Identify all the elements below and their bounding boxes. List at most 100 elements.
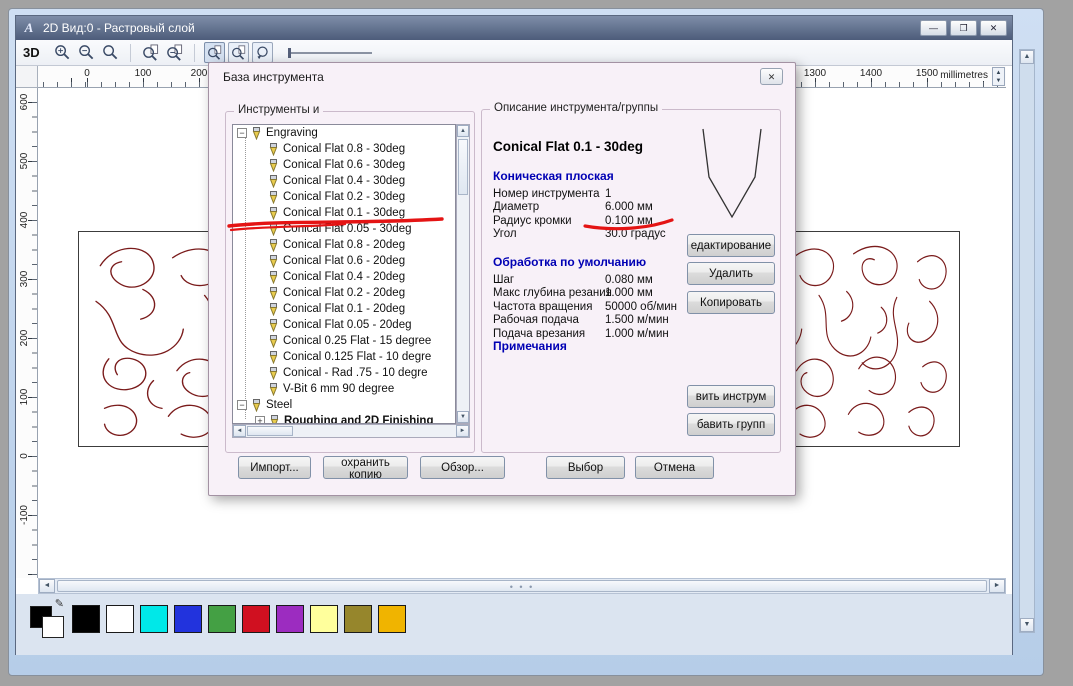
close-button[interactable]: ✕ [980, 20, 1007, 36]
color-indicator[interactable]: ✎ [30, 598, 68, 640]
secondary-color-swatch[interactable] [42, 616, 64, 638]
side-button[interactable]: бавить групп [687, 413, 775, 436]
minimize-button[interactable]: — [920, 20, 947, 36]
palette-swatch-green[interactable] [208, 605, 236, 633]
tree-scroll-up-icon[interactable]: ▲ [457, 125, 469, 137]
tool-cutter-icon [267, 239, 280, 252]
tool-cutter-icon [267, 367, 280, 380]
tree-item[interactable]: Conical Flat 0.1 - 20deg [233, 301, 455, 317]
tree-h-scrollbar[interactable]: ◄ ► [232, 424, 470, 438]
tree-item-label: Steel [266, 399, 293, 411]
spec-label: Подача врезания [493, 327, 586, 340]
spec-label: Номер инструмента [493, 187, 600, 200]
tree-item[interactable]: − Engraving [233, 125, 455, 141]
tool-cutter-icon [267, 383, 280, 396]
tree-expander-icon[interactable]: − [237, 400, 247, 410]
bottom-button[interactable]: охранить копию [323, 456, 408, 481]
v-ruler-number: 300 [19, 270, 30, 288]
palette-swatch-amber[interactable] [378, 605, 406, 633]
tool-tree[interactable]: − Engraving Conical Flat 0.8 - 30deg Conica… [232, 124, 456, 424]
tree-h-thumb[interactable] [247, 426, 293, 436]
scroll-left-icon[interactable]: ◄ [39, 579, 55, 593]
restore-button[interactable]: ❐ [950, 20, 977, 36]
tree-item[interactable]: Conical Flat 0.2 - 20deg [233, 285, 455, 301]
bottom-button[interactable]: Выбор [546, 456, 625, 479]
palette-swatch-olive[interactable] [344, 605, 372, 633]
tree-scroll-down-icon[interactable]: ▼ [457, 411, 469, 423]
palette-swatch-purple[interactable] [276, 605, 304, 633]
spec-value: 30.0 градус [605, 228, 666, 241]
tree-item[interactable]: − Steel [233, 397, 455, 413]
tree-item[interactable]: V-Bit 6 mm 90 degree [233, 381, 455, 397]
frame-v-scrollbar[interactable]: ▲ ▼ [1019, 49, 1035, 633]
tree-item[interactable]: Conical Flat 0.4 - 30deg [233, 173, 455, 189]
tree-item[interactable]: Conical 0.25 Flat - 15 degree [233, 333, 455, 349]
tree-expander-icon[interactable]: + [255, 416, 265, 423]
tree-v-scrollbar[interactable]: ▲ ▼ [456, 124, 470, 424]
bottom-button[interactable]: Импорт... [238, 456, 311, 479]
tree-item[interactable]: Conical Flat 0.6 - 20deg [233, 253, 455, 269]
frame-scroll-down-icon[interactable]: ▼ [1020, 618, 1034, 632]
h-scrollbar-thumb[interactable]: • • • [57, 580, 987, 592]
previous-view-icon[interactable] [251, 42, 273, 63]
h-scrollbar[interactable]: ◄ • • • ► [38, 578, 1006, 594]
tree-scroll-left-icon[interactable]: ◄ [233, 425, 246, 437]
palette-swatch-blue[interactable] [174, 605, 202, 633]
v-ruler-number: 500 [19, 152, 30, 170]
h-ruler-number: 1300 [803, 68, 827, 79]
tree-item[interactable]: Conical - Rad .75 - 10 degre [233, 365, 455, 381]
tools-group-label: Инструменты и [234, 104, 324, 116]
tree-item[interactable]: + Roughing and 2D Finishing [233, 413, 455, 423]
palette-swatch-cyan[interactable] [140, 605, 168, 633]
tree-item-label: Conical Flat 0.8 - 20deg [283, 239, 406, 251]
scroll-right-icon[interactable]: ► [989, 579, 1005, 593]
zoom-slider[interactable] [287, 47, 372, 58]
tree-expander-icon[interactable]: − [237, 128, 247, 138]
spec-value: 1.000 мм [605, 287, 653, 300]
side-button[interactable]: вить инструм [687, 385, 775, 408]
bottom-button[interactable]: Отмена [635, 456, 714, 479]
tree-item[interactable]: Conical 0.125 Flat - 10 degre [233, 349, 455, 365]
zoom-fit-page-icon[interactable] [140, 42, 161, 63]
tree-item[interactable]: Conical Flat 0.4 - 20deg [233, 269, 455, 285]
tree-item[interactable]: Conical Flat 0.6 - 30deg [233, 157, 455, 173]
spec-row: Диаметр 6.000 мм [493, 201, 765, 215]
tree-item-label: Conical Flat 0.1 - 20deg [283, 303, 406, 315]
dialog-close-button[interactable]: ✕ [760, 68, 783, 85]
tree-item[interactable]: Conical Flat 0.2 - 30deg [233, 189, 455, 205]
side-button[interactable]: Копировать [687, 291, 775, 314]
zoom-slider-handle[interactable] [287, 47, 291, 58]
zoom-fit-object-icon[interactable] [164, 42, 185, 63]
dialog-titlebar[interactable]: База инструмента [209, 63, 795, 89]
zoom-in-icon[interactable] [52, 42, 73, 63]
h-ruler-number: 1500 [915, 68, 939, 79]
palette-swatch-white[interactable] [106, 605, 134, 633]
pan-toggle-icon[interactable] [227, 42, 249, 63]
v-ruler-number: 600 [19, 93, 30, 111]
frame-scroll-up-icon[interactable]: ▲ [1020, 50, 1034, 64]
tree-item[interactable]: Conical Flat 0.1 - 30deg [233, 205, 455, 221]
ruler-units-spinner[interactable]: ▲ ▼ [992, 67, 1005, 86]
tree-v-thumb[interactable] [458, 139, 468, 195]
palette-swatch-pale-yellow[interactable] [310, 605, 338, 633]
spinner-down-icon[interactable]: ▼ [996, 78, 1002, 84]
mode-3d-button[interactable]: 3D [23, 45, 40, 60]
palette-swatch-red[interactable] [242, 605, 270, 633]
side-button[interactable]: Удалить [687, 262, 775, 285]
zoom-tool-icon[interactable] [100, 42, 121, 63]
spinner-up-icon[interactable]: ▲ [996, 70, 1002, 76]
bottom-button[interactable]: Обзор... [420, 456, 505, 479]
tree-item[interactable]: Conical Flat 0.05 - 30deg [233, 221, 455, 237]
window-titlebar[interactable]: A 2D Вид:0 - Растровый слой — ❐ ✕ [16, 16, 1012, 40]
zoom-out-icon[interactable] [76, 42, 97, 63]
tree-item[interactable]: Conical Flat 0.8 - 20deg [233, 237, 455, 253]
spec-value: 50000 об/мин [605, 300, 678, 313]
tree-scroll-right-icon[interactable]: ► [456, 425, 469, 437]
palette-swatch-black[interactable] [72, 605, 100, 633]
v-ruler: 600 500 400 300 200 100 0 -100 [16, 88, 38, 578]
tree-item[interactable]: Conical Flat 0.05 - 20deg [233, 317, 455, 333]
tool-database-dialog: База инструмента ✕ Инструменты и − Engrav… [208, 62, 796, 496]
tree-item[interactable]: Conical Flat 0.8 - 30deg [233, 141, 455, 157]
zoom-window-toggle-icon[interactable] [203, 42, 225, 63]
side-button[interactable]: едактирование [687, 234, 775, 257]
